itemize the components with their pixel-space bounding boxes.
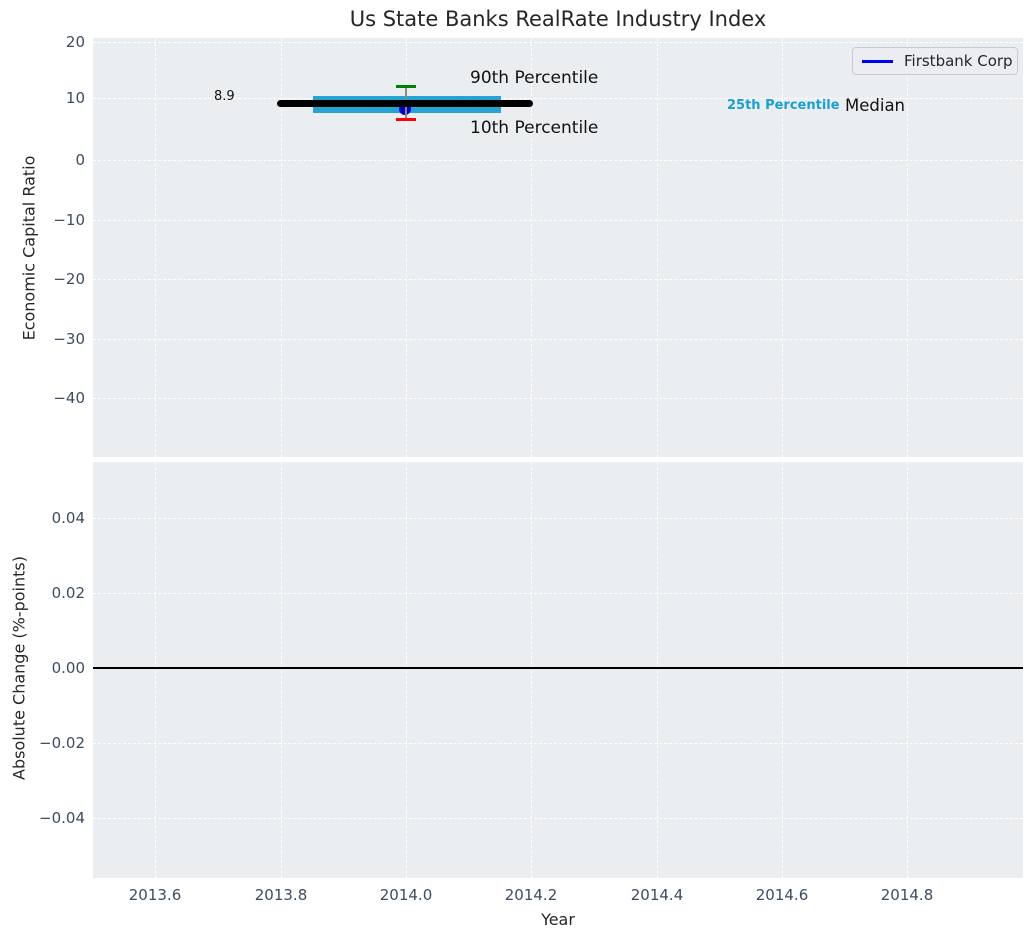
gridline-vertical — [155, 38, 156, 457]
gridline-vertical — [281, 462, 282, 878]
gridline-vertical — [155, 462, 156, 878]
ytick-top: 20 — [65, 33, 85, 51]
ytick-bottom: −0.04 — [39, 809, 85, 827]
median-value-annotation: 8.9 — [214, 89, 235, 104]
xtick: 2013.8 — [254, 886, 308, 904]
gridline-horizontal — [93, 220, 1023, 221]
ytick-top: 10 — [65, 89, 85, 107]
gridline-vertical — [531, 462, 532, 878]
percentile-90-cap — [396, 85, 416, 88]
ytick-top: −10 — [53, 211, 85, 229]
gridline-horizontal — [93, 818, 1023, 819]
ytick-top: 0 — [75, 151, 85, 169]
gridline-vertical — [782, 462, 783, 878]
percentile-90-annotation: 90th Percentile — [470, 68, 599, 88]
x-axis-label: Year — [541, 910, 575, 929]
ytick-top: −30 — [53, 330, 85, 348]
zero-baseline — [93, 667, 1023, 669]
xtick: 2014.0 — [379, 886, 433, 904]
figure: Us State Banks RealRate Industry Index 8… — [0, 0, 1034, 942]
ytick-bottom: 0.04 — [51, 509, 85, 527]
gridline-vertical — [907, 38, 908, 457]
percentile-25-annotation: 25th Percentile — [727, 98, 840, 113]
median-annotation: Median — [845, 96, 906, 115]
gridline-horizontal — [93, 279, 1023, 280]
legend-label: Firstbank Corp — [904, 52, 1013, 70]
legend-line-sample — [862, 59, 893, 63]
chart-title: Us State Banks RealRate Industry Index — [349, 7, 767, 31]
gridline-horizontal — [93, 743, 1023, 744]
gridline-horizontal — [93, 160, 1023, 161]
gridline-vertical — [657, 38, 658, 457]
legend[interactable]: Firstbank Corp — [852, 47, 1018, 75]
xtick: 2014.2 — [504, 886, 558, 904]
gridline-vertical — [657, 462, 658, 878]
bottom-plot-area — [93, 462, 1023, 878]
gridline-horizontal — [93, 518, 1023, 519]
xtick: 2014.6 — [755, 886, 809, 904]
percentile-10-cap — [396, 118, 416, 121]
gridline-vertical — [907, 462, 908, 878]
ytick-top: −20 — [53, 270, 85, 288]
top-y-axis-label: Economic Capital Ratio — [19, 155, 39, 341]
gridline-horizontal — [93, 593, 1023, 594]
xtick: 2014.8 — [880, 886, 934, 904]
top-plot-area: 8.9 90th Percentile 10th Percentile 25th… — [93, 38, 1023, 457]
gridline-horizontal — [93, 42, 1023, 43]
gridline-horizontal — [93, 398, 1023, 399]
bottom-y-axis-label: Absolute Change (%-points) — [9, 556, 29, 780]
ytick-top: −40 — [53, 389, 85, 407]
xtick: 2013.6 — [128, 886, 182, 904]
gridline-horizontal — [93, 339, 1023, 340]
percentile-10-annotation: 10th Percentile — [470, 118, 599, 138]
gridline-vertical — [406, 462, 407, 878]
xtick: 2014.4 — [630, 886, 684, 904]
median-line — [277, 100, 533, 107]
